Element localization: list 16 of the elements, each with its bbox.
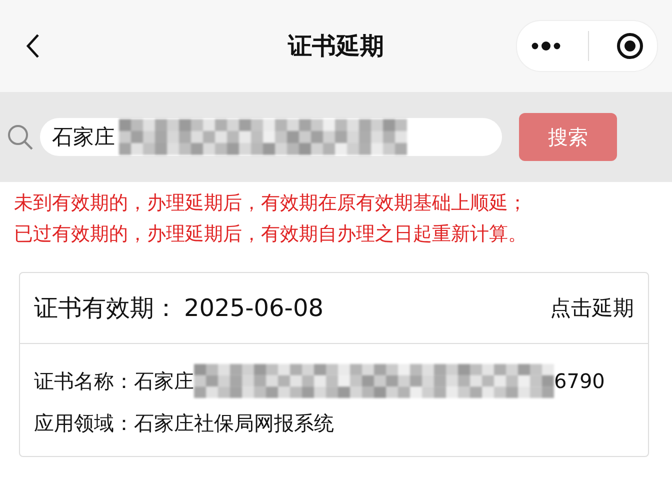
field-label: 应用领域： (34, 410, 134, 437)
field-value: 石家庄社保局网报系统 (134, 410, 334, 437)
more-icon[interactable] (530, 40, 562, 52)
field-value: 6790 (554, 368, 605, 395)
search-field[interactable]: 石家庄 (40, 118, 502, 156)
back-icon[interactable] (26, 33, 40, 59)
field-label: 证书名称： (34, 368, 134, 395)
field-value: 石家庄 (134, 368, 194, 395)
close-icon[interactable] (616, 32, 644, 60)
search-icon (6, 123, 34, 151)
notice-text: 未到有效期的，办理延期后，有效期在原有效期基础上顺延； (14, 191, 528, 216)
notice-text: 已过有效期的，办理延期后，有效期自办理之日起重新计算。 (14, 222, 528, 247)
validity-date: 2025-06-08 (184, 294, 324, 322)
validity-label: 证书有效期： (34, 293, 178, 324)
page-title: 证书延期 (288, 31, 384, 62)
extend-link[interactable]: 点击延期 (550, 294, 634, 322)
